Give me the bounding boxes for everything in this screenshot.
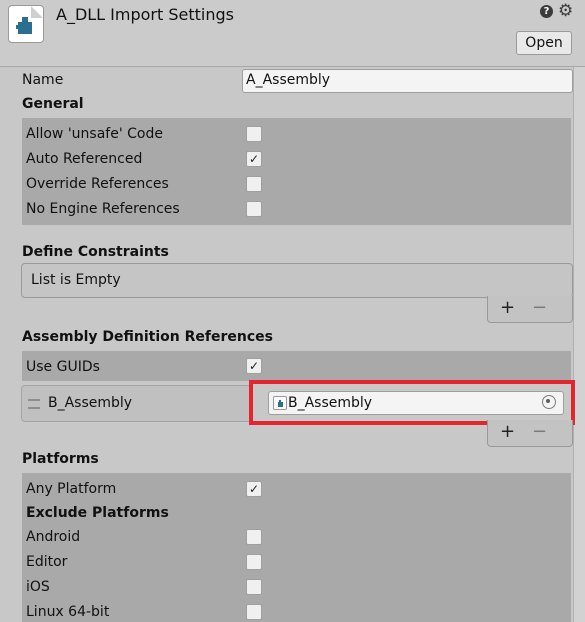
use-guids-panel — [22, 351, 571, 381]
help-icon[interactable]: ? — [540, 5, 553, 18]
platform-linux-checkbox[interactable] — [246, 604, 262, 620]
platform-ios-checkbox[interactable] — [246, 579, 262, 595]
any-platform-checkbox[interactable]: ✓ — [246, 481, 262, 497]
define-constraints-list: List is Empty — [21, 263, 573, 298]
platform-editor-label: Editor — [26, 554, 68, 570]
platform-android-label: Android — [26, 529, 81, 545]
platform-editor-checkbox[interactable] — [246, 554, 262, 570]
platform-ios-label: iOS — [26, 579, 50, 595]
add-constraint-button[interactable]: + — [500, 298, 515, 318]
platform-android-checkbox[interactable] — [246, 529, 262, 545]
override-references-checkbox[interactable] — [246, 176, 262, 192]
left-margin — [0, 67, 8, 622]
define-constraints-heading: Define Constraints — [22, 244, 169, 260]
highlight-annotation — [249, 380, 575, 425]
allow-unsafe-code-checkbox[interactable] — [246, 126, 262, 142]
list-empty-text: List is Empty — [31, 272, 121, 288]
dll-asset-icon — [8, 5, 44, 43]
open-button[interactable]: Open — [516, 31, 572, 55]
no-engine-references-label: No Engine References — [26, 201, 180, 217]
assembly-references-footer: + − — [487, 420, 573, 447]
any-platform-label: Any Platform — [26, 481, 117, 497]
name-label: Name — [22, 72, 64, 88]
name-field-value: A_Assembly — [246, 72, 331, 88]
remove-reference-button[interactable]: − — [532, 422, 547, 442]
add-reference-button[interactable]: + — [500, 422, 515, 442]
define-constraints-footer: + − — [487, 296, 573, 323]
name-field[interactable]: A_Assembly — [242, 69, 573, 93]
allow-unsafe-code-label: Allow 'unsafe' Code — [26, 126, 163, 142]
window-title: A_DLL Import Settings — [56, 5, 234, 24]
override-references-label: Override References — [26, 176, 169, 192]
use-guids-checkbox[interactable]: ✓ — [246, 358, 262, 374]
auto-referenced-label: Auto Referenced — [26, 151, 143, 167]
scrollbar-track[interactable] — [573, 67, 585, 622]
platform-linux-label: Linux 64-bit — [26, 604, 110, 620]
auto-referenced-checkbox[interactable]: ✓ — [246, 151, 262, 167]
exclude-platforms-heading: Exclude Platforms — [26, 505, 169, 521]
drag-handle-icon[interactable] — [28, 399, 40, 409]
use-guids-label: Use GUIDs — [26, 359, 100, 375]
platforms-heading: Platforms — [22, 451, 99, 467]
settings-gear-icon[interactable]: ⚙ — [558, 1, 573, 21]
general-heading: General — [22, 96, 84, 112]
no-engine-references-checkbox[interactable] — [246, 201, 262, 217]
reference-item-label: B_Assembly — [48, 395, 133, 411]
remove-constraint-button[interactable]: − — [532, 298, 547, 318]
assembly-references-heading: Assembly Definition References — [22, 329, 273, 345]
